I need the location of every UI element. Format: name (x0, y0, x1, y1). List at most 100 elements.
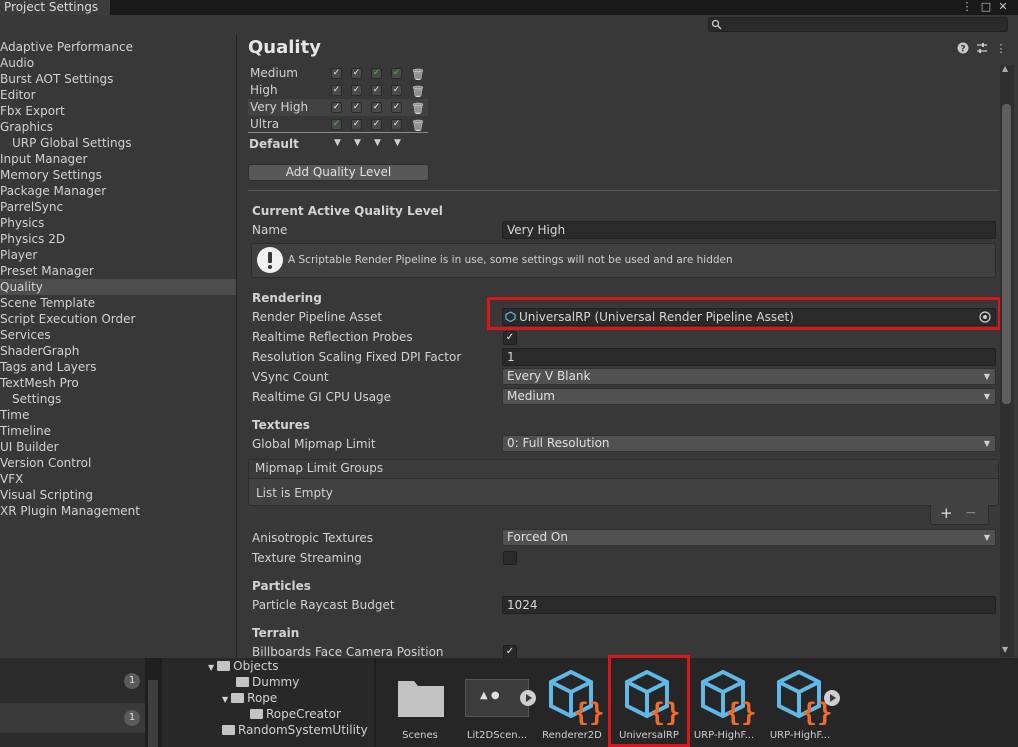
quality-level-row[interactable]: Very High ✓ ✓ ✓ ✓ 🗑 (248, 99, 428, 116)
add-quality-level-button[interactable]: Add Quality Level (248, 164, 429, 181)
anisotropic-dropdown[interactable]: Forced On ▼ (502, 529, 996, 546)
scroll-down-icon[interactable]: ▼ (1002, 645, 1008, 654)
checkbox-icon[interactable]: ✓ (391, 102, 402, 113)
tree-item-randomsystemutility[interactable]: RandomSystemUtility (222, 723, 368, 737)
vsync-dropdown[interactable]: Every V Blank ▼ (502, 368, 996, 385)
reflection-probes-checkbox[interactable]: ✓ (503, 331, 517, 345)
sidebar-item-graphics[interactable]: Graphics (0, 119, 236, 135)
dpi-factor-field[interactable]: 1 (502, 348, 996, 366)
checkbox-icon[interactable]: ✓ (391, 119, 402, 130)
sidebar-item-package-manager[interactable]: Package Manager (0, 183, 236, 199)
checkbox-icon[interactable]: ✓ (391, 68, 402, 79)
window-menu-icon[interactable]: ⋮ (959, 0, 975, 14)
sidebar-item-player[interactable]: Player (0, 247, 236, 263)
sidebar-item-adaptive-performance[interactable]: Adaptive Performance (0, 39, 236, 55)
quality-level-row[interactable]: High ✓ ✓ ✓ ✓ 🗑 (248, 82, 428, 99)
render-pipeline-field[interactable]: UniversalRP (Universal Render Pipeline A… (502, 308, 996, 326)
tree-item-ropecreator[interactable]: RopeCreator (250, 707, 341, 721)
pipeline-asset-icon[interactable]: {} (547, 669, 605, 725)
sidebar-item-script-execution-order[interactable]: Script Execution Order (0, 311, 236, 327)
checkbox-icon[interactable]: ✓ (351, 85, 362, 96)
sidebar-item-editor[interactable]: Editor (0, 87, 236, 103)
trash-icon[interactable]: 🗑 (411, 66, 425, 83)
sidebar-item-fbx-export[interactable]: Fbx Export (0, 103, 236, 119)
checkbox-icon[interactable]: ✓ (331, 85, 342, 96)
sidebar-item-burst-aot[interactable]: Burst AOT Settings (0, 71, 236, 87)
raycast-budget-field[interactable]: 1024 (502, 596, 996, 614)
checkbox-icon[interactable]: ✓ (371, 68, 382, 79)
vsync-label: VSync Count (252, 370, 329, 384)
sidebar-item-ui-builder[interactable]: UI Builder (0, 439, 236, 455)
quality-level-row[interactable]: Ultra ✓ ✓ ✓ ✓ 🗑 (248, 116, 428, 133)
sidebar-item-textmesh-pro[interactable]: TextMesh Pro (0, 375, 236, 391)
close-icon[interactable]: ✕ (995, 0, 1011, 14)
sidebar-item-urp-global-settings[interactable]: URP Global Settings (0, 135, 236, 151)
texture-streaming-checkbox[interactable] (503, 551, 517, 565)
quality-level-row[interactable]: Medium ✓ ✓ ✓ ✓ 🗑 (248, 65, 428, 82)
pipeline-asset-icon[interactable]: {} (699, 669, 757, 725)
sidebar-item-visual-scripting[interactable]: Visual Scripting (0, 487, 236, 503)
scrollbar-thumb[interactable] (1002, 104, 1011, 404)
chevron-down-icon[interactable]: ▼ (334, 138, 341, 148)
sidebar-item-physics-2d[interactable]: Physics 2D (0, 231, 236, 247)
checkbox-icon[interactable]: ✓ (331, 102, 342, 113)
checkbox-icon[interactable]: ✓ (331, 119, 342, 130)
preset-icon[interactable] (975, 42, 989, 56)
sidebar-item-parrelsync[interactable]: ParrelSync (0, 199, 236, 215)
more-options-icon[interactable]: ⋮ (994, 42, 1008, 56)
trash-icon[interactable]: 🗑 (411, 117, 425, 134)
sidebar-item-tags-and-layers[interactable]: Tags and Layers (0, 359, 236, 375)
sidebar-item-preset-manager[interactable]: Preset Manager (0, 263, 236, 279)
quality-level-name: Medium (250, 66, 298, 80)
pipeline-asset-icon[interactable]: {} (623, 669, 681, 725)
sidebar-item-scene-template[interactable]: Scene Template (0, 295, 236, 311)
chevron-down-icon[interactable]: ▼ (394, 138, 401, 148)
sidebar-item-version-control[interactable]: Version Control (0, 455, 236, 471)
trash-icon[interactable]: 🗑 (411, 83, 425, 100)
sidebar-item-memory-settings[interactable]: Memory Settings (0, 167, 236, 183)
tree-item-objects[interactable]: ▼ Objects (208, 659, 279, 673)
sidebar-item-services[interactable]: Services (0, 327, 236, 343)
sidebar-item-audio[interactable]: Audio (0, 55, 236, 71)
checkbox-icon[interactable]: ✓ (391, 85, 402, 96)
name-field[interactable]: Very High (502, 221, 996, 239)
mipmap-limit-dropdown[interactable]: 0: Full Resolution ▼ (502, 435, 996, 452)
play-icon[interactable] (519, 689, 537, 707)
help-icon[interactable]: ? (956, 42, 970, 56)
checkbox-icon[interactable]: ✓ (371, 102, 382, 113)
sidebar-item-physics[interactable]: Physics (0, 215, 236, 231)
search-input[interactable] (708, 17, 1008, 32)
sidebar-item-time[interactable]: Time (0, 407, 236, 423)
checkbox-icon[interactable]: ✓ (351, 119, 362, 130)
maximize-icon[interactable]: □ (978, 0, 994, 14)
checkbox-icon[interactable]: ✓ (371, 119, 382, 130)
scroll-up-icon[interactable]: ▲ (1002, 64, 1008, 73)
sidebar-item-tmp-settings[interactable]: Settings (0, 391, 236, 407)
folder-icon (231, 693, 245, 703)
tab-project-settings[interactable]: Project Settings (0, 0, 110, 15)
trash-icon[interactable]: 🗑 (411, 100, 425, 117)
sidebar-item-shadergraph[interactable]: ShaderGraph (0, 343, 236, 359)
gi-cpu-dropdown[interactable]: Medium ▼ (502, 388, 996, 405)
play-icon[interactable] (823, 689, 841, 707)
sidebar-item-timeline[interactable]: Timeline (0, 423, 236, 439)
chevron-down-icon[interactable]: ▼ (374, 138, 381, 148)
checkbox-icon[interactable]: ✓ (371, 85, 382, 96)
checkbox-icon[interactable]: ✓ (351, 102, 362, 113)
tree-item-dummy[interactable]: Dummy (236, 675, 299, 689)
sidebar-item-input-manager[interactable]: Input Manager (0, 151, 236, 167)
sidebar-item-quality[interactable]: Quality (0, 279, 236, 295)
gi-cpu-value: Medium (507, 389, 555, 403)
tree-item-rope[interactable]: ▼ Rope (222, 691, 277, 705)
checkbox-icon[interactable]: ✓ (351, 68, 362, 79)
folder-icon[interactable] (396, 675, 446, 719)
checkbox-icon[interactable]: ✓ (331, 68, 342, 79)
remove-item-button[interactable]: − (965, 505, 977, 521)
add-item-button[interactable]: + (940, 504, 953, 522)
billboards-checkbox[interactable]: ✓ (503, 645, 517, 659)
hierarchy-scrollbar[interactable] (148, 680, 158, 747)
object-picker-icon[interactable] (979, 311, 991, 323)
sidebar-item-xr-plugin-management[interactable]: XR Plugin Management (0, 503, 236, 519)
chevron-down-icon[interactable]: ▼ (354, 138, 361, 148)
sidebar-item-vfx[interactable]: VFX (0, 471, 236, 487)
